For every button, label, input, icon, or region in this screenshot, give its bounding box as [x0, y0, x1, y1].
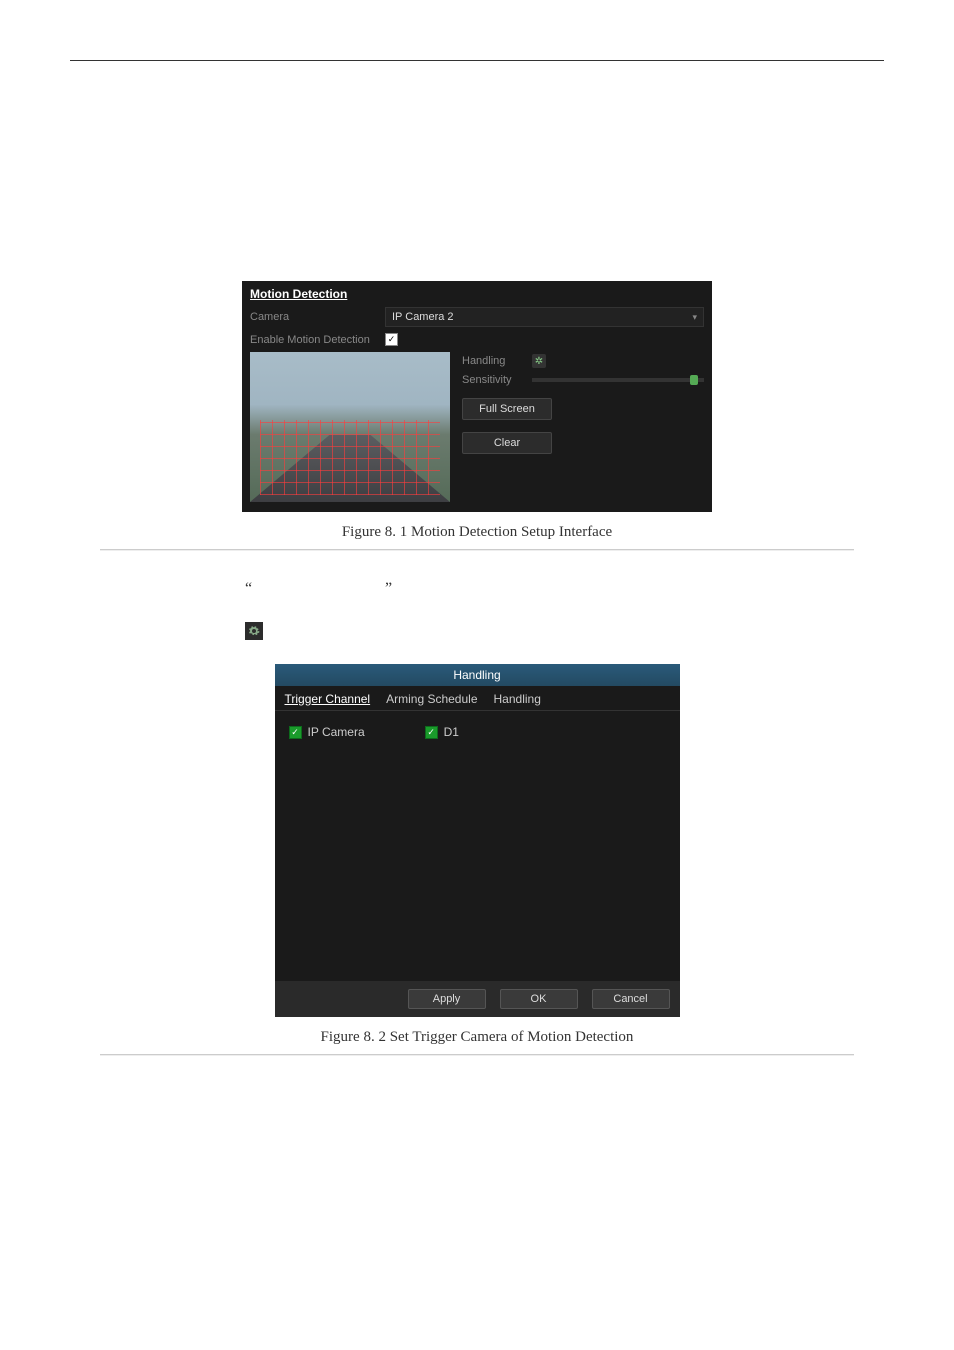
- dialog-title: Handling: [275, 664, 680, 686]
- enable-motion-checkbox[interactable]: ✓: [385, 333, 398, 346]
- ip-camera-checkbox[interactable]: ✓: [289, 726, 302, 739]
- slider-thumb[interactable]: [690, 375, 698, 385]
- cancel-button[interactable]: Cancel: [592, 989, 670, 1009]
- divider: [100, 549, 854, 550]
- gear-icon: [245, 622, 263, 640]
- fullscreen-button[interactable]: Full Screen: [462, 398, 552, 420]
- camera-select[interactable]: IP Camera 2 ▾: [385, 307, 704, 327]
- camera-label: Camera: [250, 311, 385, 323]
- apply-button[interactable]: Apply: [408, 989, 486, 1009]
- handling-label: Handling: [462, 355, 522, 367]
- sensitivity-label: Sensitivity: [462, 374, 522, 386]
- motion-detection-panel: Motion Detection Camera IP Camera 2 ▾ En…: [242, 281, 712, 512]
- panel-title: Motion Detection: [250, 287, 704, 301]
- enable-motion-label: Enable Motion Detection: [250, 334, 385, 346]
- d1-label: D1: [444, 725, 459, 739]
- dialog-tabs: Trigger Channel Arming Schedule Handling: [275, 686, 680, 711]
- tab-handling[interactable]: Handling: [494, 692, 541, 706]
- gear-icon[interactable]: ✲: [532, 354, 546, 368]
- sensitivity-slider[interactable]: [532, 378, 704, 382]
- handling-dialog: Handling Trigger Channel Arming Schedule…: [275, 664, 680, 1017]
- ip-camera-label: IP Camera: [308, 725, 365, 739]
- close-quote: ”: [385, 580, 392, 598]
- chevron-down-icon: ▾: [692, 312, 697, 323]
- quote-marks: “ ”: [245, 580, 884, 604]
- clear-button[interactable]: Clear: [462, 432, 552, 454]
- ok-button[interactable]: OK: [500, 989, 578, 1009]
- gear-svg: [248, 625, 260, 637]
- top-rule: [70, 60, 884, 61]
- divider: [100, 1054, 854, 1055]
- figure-caption-81: Figure 8. 1 Motion Detection Setup Inter…: [70, 524, 884, 541]
- tab-arming-schedule[interactable]: Arming Schedule: [386, 692, 477, 706]
- d1-checkbox[interactable]: ✓: [425, 726, 438, 739]
- figure-caption-82: Figure 8. 2 Set Trigger Camera of Motion…: [70, 1029, 884, 1046]
- camera-select-value: IP Camera 2: [392, 311, 454, 323]
- motion-grid-overlay: [260, 420, 440, 495]
- video-preview[interactable]: [250, 352, 450, 502]
- tab-trigger-channel[interactable]: Trigger Channel: [285, 692, 371, 706]
- open-quote: “: [245, 580, 252, 598]
